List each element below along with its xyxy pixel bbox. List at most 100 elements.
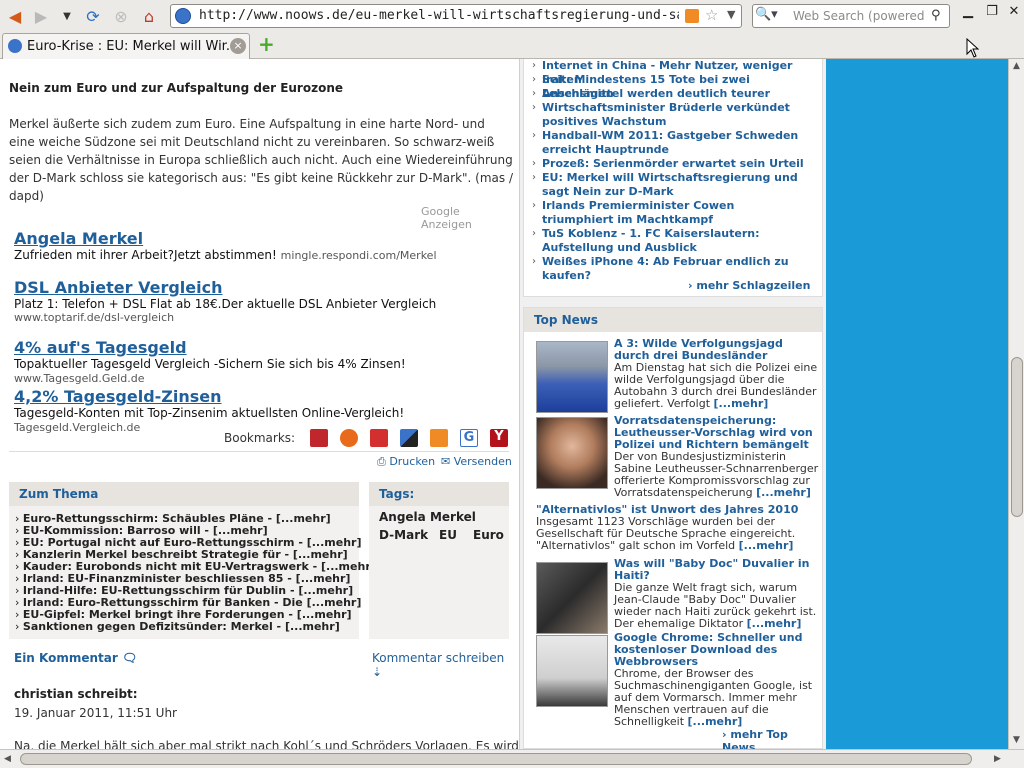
bookmarks-label: Bookmarks: <box>224 431 296 445</box>
headline-link[interactable]: Irlands Premierminister Cowen triumphier… <box>542 199 802 227</box>
news-title[interactable]: Was will "Baby Doc" Duvalier in Haiti? <box>614 558 819 582</box>
print-label[interactable]: Drucken <box>389 455 435 468</box>
news-title[interactable]: Google Chrome: Schneller und kostenloser… <box>614 632 819 668</box>
tag-link[interactable]: EU <box>439 528 457 542</box>
headline-link[interactable]: EU: Merkel will Wirtschaftsregierung und… <box>542 171 802 199</box>
news-item: "Alternativlos" ist Unwort des Jahres 20… <box>536 504 821 552</box>
bookmark-yahoo-icon[interactable]: Y <box>490 429 508 447</box>
zum-thema-box: Zum Thema › Euro-Rettungsschirm: Schäubl… <box>9 482 376 639</box>
home-icon[interactable]: ⌂ <box>138 5 160 27</box>
history-dropdown-icon[interactable]: ▼ <box>56 5 78 27</box>
ad-url[interactable]: Tagesgeld.Vergleich.de <box>14 421 140 434</box>
ad-title[interactable]: Angela Merkel <box>14 229 437 248</box>
news-thumbnail-image[interactable] <box>536 417 608 489</box>
tags-box: Tags: Angela Merkel D-Mark EU Euro <box>369 482 509 639</box>
scroll-down-icon[interactable]: ▼ <box>1013 735 1020 745</box>
headline-link[interactable]: Handball-WM 2011: Gastgeber Schweden err… <box>542 129 812 157</box>
tab-title[interactable]: Euro-Krise : EU: Merkel will Wir... <box>27 39 238 54</box>
reload-icon[interactable]: ⟳ <box>82 5 104 27</box>
restore-icon[interactable]: ❐ <box>982 4 1002 24</box>
headline-link[interactable]: Wirtschaftsminister Brüderle verkündet p… <box>542 101 812 129</box>
horizontal-scroll-thumb[interactable] <box>20 753 972 765</box>
write-comment-link[interactable]: Kommentar schreiben ⇣ <box>372 651 514 679</box>
more-top-news-link[interactable]: › mehr Top News <box>722 728 822 749</box>
printer-icon: ⎙ <box>377 455 386 468</box>
scroll-up-icon[interactable]: ▲ <box>1013 61 1020 71</box>
bookmark-digg-icon[interactable] <box>430 429 448 447</box>
news-title[interactable]: Vorratsdatenspeicherung: Leutheusser-Vor… <box>614 415 819 451</box>
ad-title[interactable]: 4% auf's Tagesgeld <box>14 338 509 357</box>
thema-item[interactable]: › Sanktionen gegen Defizitsünder: Merkel… <box>15 620 340 633</box>
news-thumbnail-image[interactable] <box>536 341 608 413</box>
forward-icon[interactable]: ▶ <box>30 5 52 27</box>
news-more-link[interactable]: [...mehr] <box>747 617 802 630</box>
page-viewport: Nein zum Euro und zur Aufspaltung der Eu… <box>0 59 1008 749</box>
back-icon[interactable]: ◀ <box>4 5 26 27</box>
top-news-title: Top News <box>524 308 822 332</box>
ad-url[interactable]: www.toptarif.de/dsl-vergleich <box>14 311 509 324</box>
horizontal-scrollbar[interactable]: ◀ ▶ <box>0 749 1024 768</box>
more-headlines-link[interactable]: › mehr Schlagzeilen <box>688 279 810 292</box>
tag-link[interactable]: Euro <box>473 528 504 542</box>
tab-favicon <box>8 39 22 53</box>
scroll-left-icon[interactable]: ◀ <box>4 754 11 764</box>
bookmark-misterwong-icon[interactable] <box>310 429 328 447</box>
search-box[interactable]: 🔍▾ Web Search (powered ⚲ <box>752 4 950 28</box>
ad-url[interactable]: www.Tagesgeld.Geld.de <box>14 372 144 385</box>
rss-feed-icon[interactable] <box>685 9 699 23</box>
news-title[interactable]: A 3: Wilde Verfolgungsjagd durch drei Bu… <box>614 338 819 362</box>
tag-link[interactable]: D-Mark <box>379 528 428 542</box>
article-body: Merkel äußerte sich zudem zum Euro. Eine… <box>9 117 513 203</box>
url-dropdown-icon[interactable]: ▼ <box>727 8 735 21</box>
ad-url[interactable]: mingle.respondi.com/Merkel <box>281 249 437 262</box>
headline-link[interactable]: Lebensmittel werden deutlich teurer <box>542 87 812 101</box>
news-more-link[interactable]: [...mehr] <box>714 397 769 410</box>
stop-icon[interactable]: ⊗ <box>110 5 132 27</box>
divider <box>9 451 509 452</box>
bookmark-google-icon[interactable]: G <box>460 429 478 447</box>
news-more-link[interactable]: [...mehr] <box>688 715 743 728</box>
news-more-link[interactable]: [...mehr] <box>756 486 811 499</box>
news-thumbnail-image[interactable] <box>536 635 608 707</box>
close-tab-icon[interactable]: × <box>230 38 246 54</box>
search-go-icon[interactable]: ⚲ <box>931 8 941 23</box>
comment-count-link[interactable]: Ein Kommentar 🗨 <box>14 651 137 665</box>
scroll-right-icon[interactable]: ▶ <box>994 754 1001 764</box>
search-engine-icon[interactable]: 🔍▾ <box>755 7 789 25</box>
site-identity-icon[interactable] <box>175 8 191 24</box>
search-placeholder[interactable]: Web Search (powered <box>793 9 933 23</box>
headlines-box: › Internet in China - Mehr Nutzer, wenige… <box>523 59 823 297</box>
envelope-icon: ✉ <box>441 455 451 468</box>
news-item: A 3: Wilde Verfolgungsjagd durch drei Bu… <box>614 338 819 410</box>
send-label[interactable]: Versenden <box>454 455 512 468</box>
arrow-down-icon: ⇣ <box>372 665 383 679</box>
tag-link[interactable]: Angela Merkel <box>379 510 476 524</box>
tab-active[interactable]: Euro-Krise : EU: Merkel will Wir... × <box>2 33 250 59</box>
vertical-scrollbar[interactable]: ▲ ▼ <box>1008 59 1024 749</box>
blue-background <box>826 59 1008 749</box>
close-window-icon[interactable]: ✕ <box>1004 4 1024 24</box>
new-tab-icon[interactable]: + <box>258 34 275 54</box>
news-item: Vorratsdatenspeicherung: Leutheusser-Vor… <box>614 415 819 499</box>
print-link[interactable]: ⎙ Drucken <box>377 455 435 469</box>
headline-link[interactable]: TuS Koblenz - 1. FC Kaiserslautern: Aufs… <box>542 227 812 255</box>
ad-title[interactable]: DSL Anbieter Vergleich <box>14 278 509 297</box>
comment-text: Na, die Merkel hält sich aber mal strikt… <box>14 739 519 749</box>
headline-link[interactable]: Prozeß: Serienmörder erwartet sein Urtei… <box>542 157 812 171</box>
ad-text: Tagesgeld-Konten mit Top-Zinsenim aktuel… <box>14 406 405 420</box>
bookmark-yigg-icon[interactable] <box>340 429 358 447</box>
vertical-scroll-thumb[interactable] <box>1011 357 1023 517</box>
bookmark-webnews-icon[interactable] <box>370 429 388 447</box>
url-bar[interactable]: http://www.noows.de/eu-merkel-will-wirts… <box>170 4 742 28</box>
url-text[interactable]: http://www.noows.de/eu-merkel-will-wirts… <box>199 8 679 26</box>
bookmark-star-icon[interactable]: ☆ <box>705 6 718 24</box>
speech-bubble-icon: 🗨 <box>122 651 138 665</box>
news-thumbnail-image[interactable] <box>536 562 608 634</box>
top-news-box: Top News A 3: Wilde Verfolgungsjagd durc… <box>523 307 823 749</box>
ad-item: 4,2% Tagesgeld-Zinsen Tagesgeld-Konten m… <box>14 387 509 434</box>
news-more-link[interactable]: [...mehr] <box>739 539 794 552</box>
minimize-icon[interactable]: ▁ <box>958 4 978 24</box>
bookmark-delicious-icon[interactable] <box>400 429 418 447</box>
send-link[interactable]: ✉ Versenden <box>441 455 512 468</box>
ad-title[interactable]: 4,2% Tagesgeld-Zinsen <box>14 387 509 406</box>
